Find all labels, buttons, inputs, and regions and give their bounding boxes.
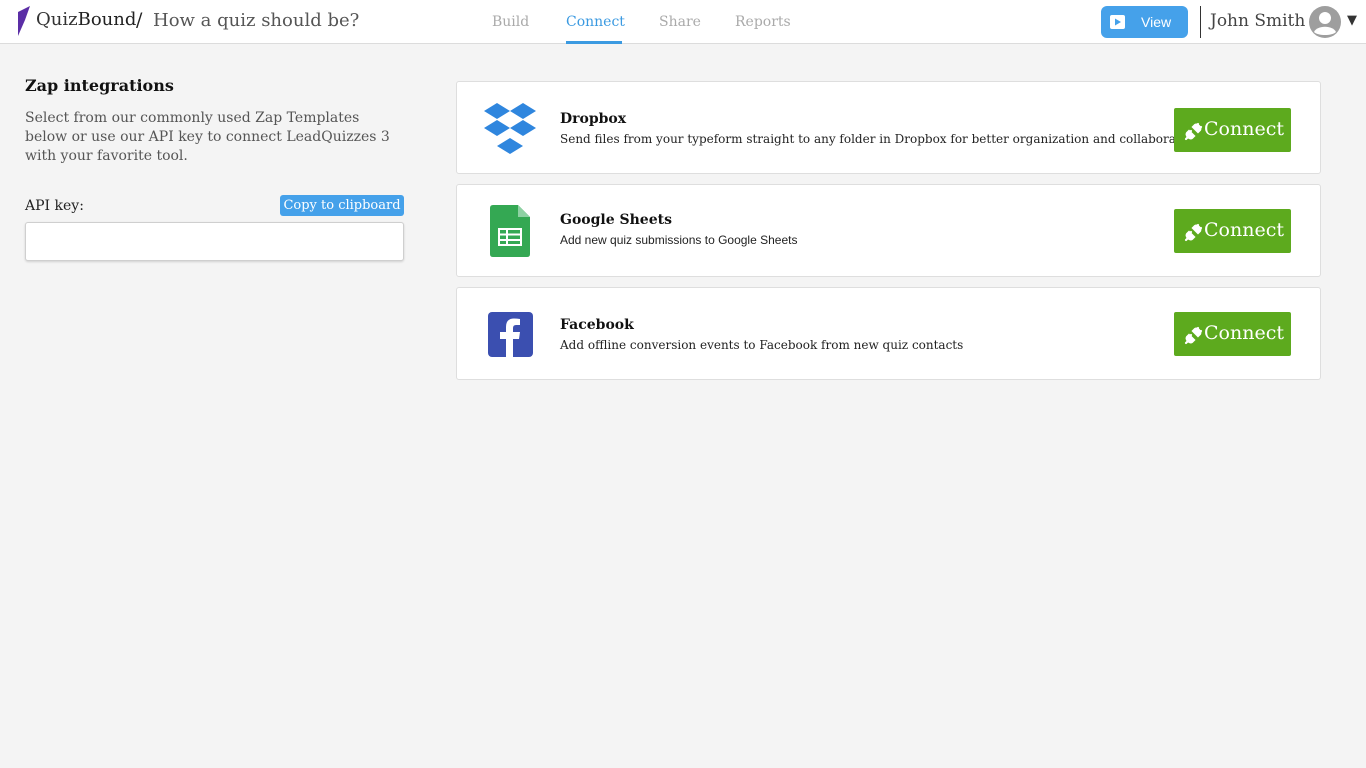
connect-google-sheets-button[interactable]: Connect	[1174, 209, 1291, 253]
tab-share[interactable]: Share	[659, 14, 701, 30]
integration-name: Google Sheets	[560, 212, 672, 228]
avatar-icon[interactable]	[1308, 5, 1342, 39]
user-name[interactable]: John Smith	[1210, 11, 1305, 31]
plug-icon	[1184, 326, 1203, 345]
connect-button-label: Connect	[1204, 118, 1284, 140]
plug-icon	[1184, 122, 1203, 141]
copy-to-clipboard-button[interactable]: Copy to clipboard	[280, 195, 404, 216]
tab-build[interactable]: Build	[492, 14, 529, 30]
user-menu-caret-icon[interactable]: ▼	[1347, 13, 1357, 28]
brand-part-1: Quiz	[36, 9, 78, 30]
breadcrumb-separator: /	[136, 9, 143, 31]
play-icon	[1110, 15, 1125, 29]
quiz-title: How a quiz should be?	[153, 10, 360, 31]
brand-part-2: Bound	[77, 9, 137, 30]
tab-reports[interactable]: Reports	[735, 14, 791, 30]
view-button-label: View	[1141, 14, 1172, 30]
top-bar: QuizBound / How a quiz should be? Build …	[0, 0, 1366, 44]
dropbox-icon	[484, 103, 536, 154]
view-button[interactable]: View	[1101, 6, 1188, 38]
integration-card-facebook: Facebook Add offline conversion events t…	[456, 287, 1321, 380]
brand-name[interactable]: QuizBound	[36, 9, 136, 30]
integration-name: Dropbox	[560, 111, 627, 127]
google-sheets-icon	[490, 205, 530, 257]
facebook-icon	[488, 312, 533, 357]
integration-description: Send files from your typeform straight t…	[560, 132, 1200, 146]
integration-description: Add new quiz submissions to Google Sheet…	[560, 233, 798, 247]
integration-name: Facebook	[560, 317, 634, 333]
api-key-label: API key:	[25, 198, 84, 214]
connect-dropbox-button[interactable]: Connect	[1174, 108, 1291, 152]
tab-connect[interactable]: Connect	[566, 14, 625, 30]
active-tab-indicator	[566, 41, 622, 44]
api-key-input[interactable]	[25, 222, 404, 261]
section-description: Select from our commonly used Zap Templa…	[25, 110, 390, 164]
integration-description: Add offline conversion events to Faceboo…	[560, 338, 964, 352]
section-title: Zap integrations	[25, 76, 174, 95]
connect-facebook-button[interactable]: Connect	[1174, 312, 1291, 356]
quizbound-logo-icon	[18, 6, 30, 36]
connect-button-label: Connect	[1204, 322, 1284, 344]
connect-button-label: Connect	[1204, 219, 1284, 241]
header-divider	[1200, 6, 1201, 38]
plug-icon	[1184, 223, 1203, 242]
integration-card-google-sheets: Google Sheets Add new quiz submissions t…	[456, 184, 1321, 277]
integration-card-dropbox: Dropbox Send files from your typeform st…	[456, 81, 1321, 174]
